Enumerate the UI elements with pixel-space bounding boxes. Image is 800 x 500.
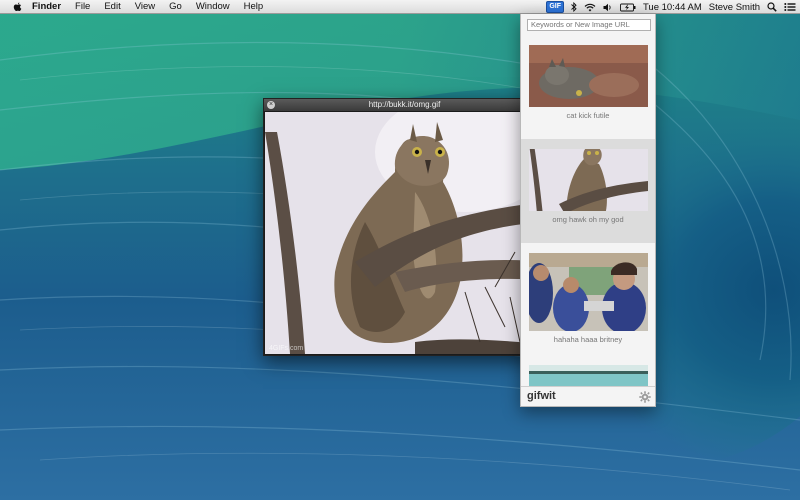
image-watermark: 4GIFs.com [269, 345, 304, 352]
fast-user-switch-name[interactable]: Steve Smith [709, 2, 760, 13]
gif-results-list[interactable]: cat kick futile omg hawk oh my god hahah… [521, 35, 655, 400]
menu-view[interactable]: View [128, 0, 162, 14]
menu-app-finder[interactable]: Finder [24, 0, 68, 14]
battery-icon[interactable] [620, 3, 636, 12]
menu-file[interactable]: File [68, 0, 97, 14]
viewer-titlebar[interactable]: × http://bukk.it/omg.gif [264, 99, 545, 111]
gif-result-item[interactable]: cat kick futile [521, 35, 655, 139]
gif-caption: hahaha haaa britney [553, 335, 623, 344]
gif-caption: cat kick futile [566, 111, 610, 120]
close-icon[interactable]: × [267, 101, 275, 109]
menu-help[interactable]: Help [237, 0, 271, 14]
gif-thumbnail-britney[interactable] [529, 253, 648, 331]
wifi-icon[interactable] [584, 3, 596, 12]
gif-caption: omg hawk oh my god [552, 215, 624, 224]
apple-icon[interactable] [10, 2, 24, 12]
menu-go[interactable]: Go [162, 0, 189, 14]
gif-menu-icon[interactable]: GIF [546, 1, 564, 13]
menu-bar: Finder File Edit View Go Window Help GIF… [0, 0, 800, 14]
gifwit-footer: gifwit [521, 386, 655, 406]
spotlight-search-icon[interactable] [767, 2, 777, 12]
gear-icon[interactable] [639, 390, 651, 403]
menubar-clock[interactable]: Tue 10:44 AM [643, 2, 702, 13]
gif-thumbnail-cat[interactable] [529, 45, 648, 107]
notification-center-icon[interactable] [784, 2, 796, 12]
gif-result-item[interactable]: hahaha haaa britney [521, 243, 655, 347]
bluetooth-icon[interactable] [571, 2, 577, 12]
gif-image-hawk[interactable]: 4GIFs.com [265, 112, 544, 354]
menu-edit[interactable]: Edit [97, 0, 127, 14]
viewer-title: http://bukk.it/omg.gif [368, 100, 441, 109]
gif-thumbnail-hawk[interactable] [529, 149, 648, 211]
volume-icon[interactable] [603, 3, 613, 12]
gif-result-item-selected[interactable]: omg hawk oh my god [521, 139, 655, 243]
gif-search-input[interactable] [527, 19, 651, 31]
status-menus: GIF Tue 10:44 AM Steve Smith [539, 0, 796, 14]
gif-viewer-window[interactable]: × http://bukk.it/omg.gif 4GIFs.com [263, 98, 546, 356]
gifwit-logo: gifwit [527, 390, 556, 402]
gifwit-popover: cat kick futile omg hawk oh my god [520, 14, 656, 407]
menu-window[interactable]: Window [189, 0, 237, 14]
